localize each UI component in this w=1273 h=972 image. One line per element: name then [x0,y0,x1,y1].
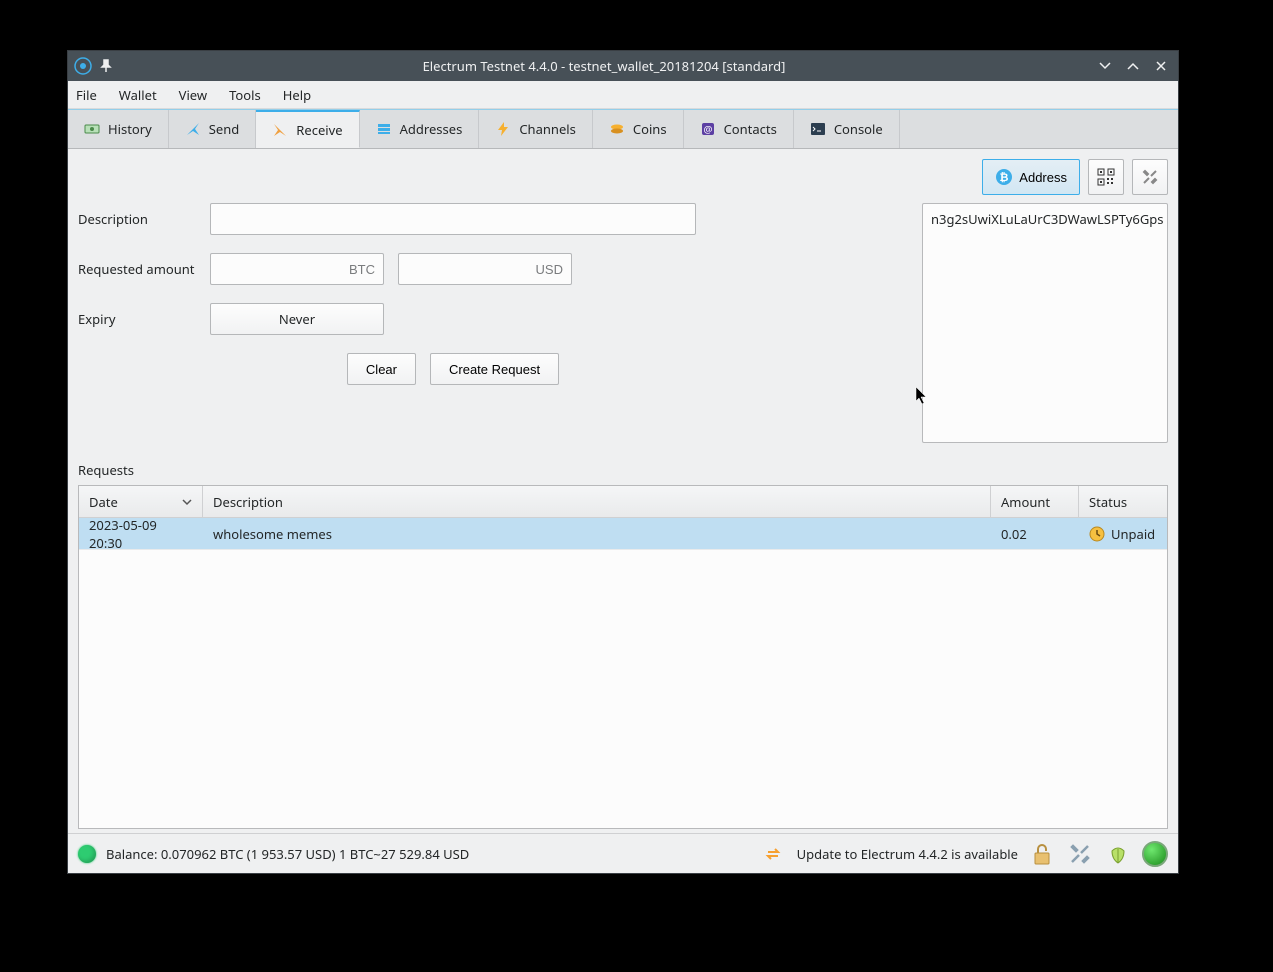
tab-label: Console [834,120,883,138]
qr-icon [1097,168,1115,186]
description-label: Description [78,210,210,228]
address-button-label: Address [1019,170,1067,185]
svg-text:₿: ₿ [1000,172,1009,184]
seed-icon[interactable] [1104,840,1132,868]
expiry-value: Never [279,310,315,328]
tab-label: Addresses [400,120,463,138]
send-icon [185,121,201,137]
tab-console[interactable]: Console [794,110,900,148]
window-title: Electrum Testnet 4.4.0 - testnet_wallet_… [120,57,1088,75]
tab-contacts[interactable]: @ Contacts [684,110,794,148]
cell-date: 2023-05-09 20:30 [79,516,203,552]
tab-send[interactable]: Send [169,110,257,148]
tab-coins[interactable]: Coins [593,110,684,148]
maximize-button[interactable] [1122,55,1144,77]
receive-panel: Description Requested amount Expiry Neve… [68,149,1178,833]
clock-icon [1089,526,1105,542]
close-button[interactable] [1150,55,1172,77]
menu-tools[interactable]: Tools [229,86,261,104]
tab-channels[interactable]: Channels [479,110,593,148]
description-input[interactable] [210,203,696,235]
tab-history[interactable]: History [68,110,169,148]
menu-file[interactable]: File [76,86,97,104]
clear-button[interactable]: Clear [347,353,416,385]
expiry-label: Expiry [78,310,210,328]
cell-status-text: Unpaid [1111,525,1155,543]
table-body: 2023-05-09 20:30 wholesome memes 0.02 Un… [79,518,1167,550]
balance-text: Balance: 0.070962 BTC (1 953.57 USD) 1 B… [106,845,469,863]
svg-text:@: @ [703,122,712,136]
update-text[interactable]: Update to Electrum 4.4.2 is available [797,845,1018,863]
col-status-label: Status [1089,493,1127,511]
amount-usd-input[interactable] [398,253,572,285]
preferences-icon[interactable] [1066,840,1094,868]
requested-amount-label: Requested amount [78,260,210,278]
col-description-label: Description [213,493,283,511]
qr-button[interactable] [1088,159,1124,195]
addresses-icon [376,121,392,137]
console-icon [810,121,826,137]
contacts-icon: @ [700,121,716,137]
tab-label: Send [209,120,240,138]
menu-wallet[interactable]: Wallet [119,86,157,104]
col-amount-label: Amount [1001,493,1050,511]
clear-button-label: Clear [366,362,397,377]
address-text: n3g2sUwiXLuLaUrC3DWawLSPTy6Gps [931,210,1164,228]
tab-label: Contacts [724,120,777,138]
receive-icon [272,122,288,138]
tab-receive[interactable]: Receive [256,110,359,148]
tools-icon [1141,168,1159,186]
tab-addresses[interactable]: Addresses [360,110,480,148]
tab-label: History [108,120,152,138]
col-amount[interactable]: Amount [991,486,1079,517]
app-icon [74,57,92,75]
tabbar: History Send Receive Addresses Channels … [68,109,1178,149]
amount-btc-input[interactable] [210,253,384,285]
statusbar: Balance: 0.070962 BTC (1 953.57 USD) 1 B… [68,833,1178,873]
cell-description: wholesome memes [203,525,991,543]
right-column: ₿ Address n3g2sUwiXLuLaUrC3DWawLSPTy6Gps [922,159,1168,443]
col-status[interactable]: Status [1079,486,1167,517]
col-date-label: Date [89,493,118,511]
create-button-label: Create Request [449,362,540,377]
coins-icon [609,121,625,137]
pin-icon[interactable] [98,58,114,74]
channels-icon [495,121,511,137]
tools-button[interactable] [1132,159,1168,195]
bitcoin-icon: ₿ [995,168,1013,186]
address-button[interactable]: ₿ Address [982,159,1080,195]
cell-amount: 0.02 [991,525,1079,543]
cell-status: Unpaid [1079,525,1167,543]
history-icon [84,121,100,137]
tab-label: Coins [633,120,667,138]
lock-icon[interactable] [1028,840,1056,868]
tab-label: Receive [296,121,342,139]
requests-table: Date Description Amount Status 2023-05-0… [78,485,1168,829]
col-description[interactable]: Description [203,486,991,517]
address-display[interactable]: n3g2sUwiXLuLaUrC3DWawLSPTy6Gps [922,203,1168,443]
titlebar: Electrum Testnet 4.4.0 - testnet_wallet_… [68,51,1178,81]
menu-help[interactable]: Help [283,86,311,104]
status-led-icon [78,845,96,863]
minimize-button[interactable] [1094,55,1116,77]
network-led-icon[interactable] [1142,841,1168,867]
menu-view[interactable]: View [179,86,207,104]
update-icon [759,840,787,868]
top-row: Description Requested amount Expiry Neve… [78,159,1168,443]
requests-label: Requests [78,461,1168,479]
table-header: Date Description Amount Status [79,486,1167,518]
create-request-button[interactable]: Create Request [430,353,559,385]
table-row[interactable]: 2023-05-09 20:30 wholesome memes 0.02 Un… [79,518,1167,550]
expiry-combo[interactable]: Never [210,303,384,335]
menubar: File Wallet View Tools Help [68,81,1178,109]
sort-desc-icon [182,497,192,507]
app-window: Electrum Testnet 4.4.0 - testnet_wallet_… [67,50,1179,874]
form-column: Description Requested amount Expiry Neve… [78,159,912,443]
tab-label: Channels [519,120,576,138]
col-date[interactable]: Date [79,486,203,517]
